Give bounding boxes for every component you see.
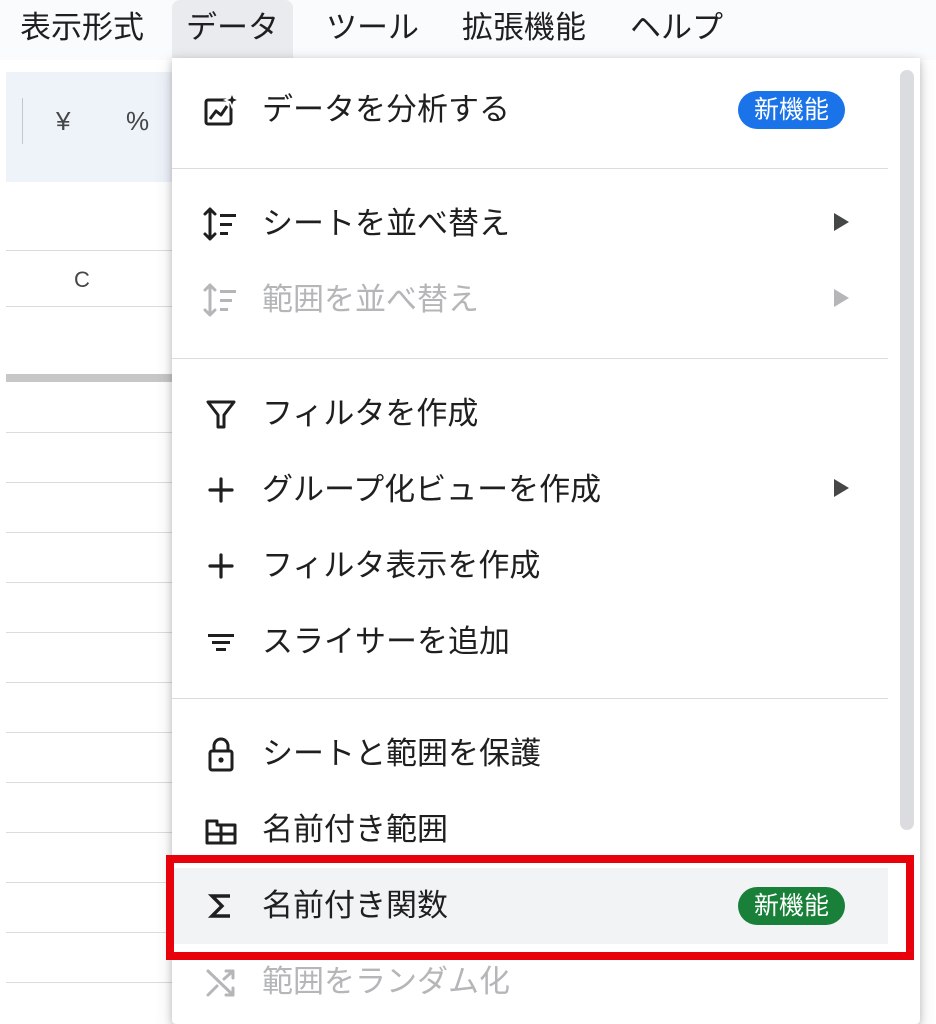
filter-icon: [202, 395, 240, 433]
menu-extensions[interactable]: 拡張機能: [448, 0, 600, 58]
grid-line: [6, 582, 176, 583]
menu-item-add-slicer[interactable]: スライサーを追加: [172, 604, 888, 680]
menu-item-create-group-view[interactable]: グループ化ビューを作成: [172, 452, 888, 528]
menu-tools[interactable]: ツール: [312, 0, 433, 58]
grid-line: [6, 482, 176, 483]
grid-line: [6, 932, 176, 933]
menu-item-sort-sheet[interactable]: シートを並べ替え: [172, 186, 888, 262]
percent-format-button[interactable]: %: [126, 98, 149, 144]
menu-item-analyze-data[interactable]: データを分析する 新機能: [172, 72, 888, 148]
menu-item-label: シートと範囲を保護: [262, 736, 541, 772]
menu-item-label: 範囲を並べ替え: [262, 282, 479, 318]
grid-line: [6, 532, 176, 533]
submenu-arrow-icon: [834, 213, 849, 231]
sort-icon: [202, 281, 240, 319]
grid-line: [6, 250, 176, 251]
menu-item-create-filter[interactable]: フィルタを作成: [172, 376, 888, 452]
menu-bar: 表示形式 データ ツール 拡張機能 ヘルプ: [0, 0, 936, 60]
menu-item-create-filter-view[interactable]: フィルタ表示を作成: [172, 528, 888, 604]
submenu-arrow-icon: [834, 289, 849, 307]
plus-icon: [202, 471, 240, 509]
menu-divider: [172, 698, 888, 699]
menu-item-label: フィルタを作成: [262, 396, 479, 432]
menu-item-label: シートを並べ替え: [262, 206, 510, 242]
menu-scrollbar-thumb[interactable]: [900, 70, 914, 830]
menu-divider: [172, 358, 888, 359]
menu-item-label: データを分析する: [262, 92, 510, 128]
menu-item-sort-range[interactable]: 範囲を並べ替え: [172, 262, 888, 338]
menu-item-protect-sheets[interactable]: シートと範囲を保護: [172, 716, 888, 792]
sort-icon: [202, 205, 240, 243]
new-feature-badge: 新機能: [738, 91, 846, 129]
named-range-icon: [202, 811, 240, 849]
slicer-icon: [202, 623, 240, 661]
menu-divider: [172, 168, 888, 169]
toolbar-separator: [22, 98, 23, 144]
annotation-highlight-box: [166, 855, 914, 960]
grid-line: [6, 682, 176, 683]
toolbar: ¥ %: [6, 72, 186, 182]
menu-item-label: フィルタ表示を作成: [262, 548, 541, 584]
grid-line: [6, 632, 176, 633]
plus-icon: [202, 547, 240, 585]
analyze-data-icon: [202, 91, 240, 129]
grid-line: [6, 882, 176, 883]
menu-item-label: グループ化ビューを作成: [262, 472, 602, 508]
freeze-bar[interactable]: [6, 374, 176, 382]
menu-format[interactable]: 表示形式: [6, 0, 158, 58]
menu-help[interactable]: ヘルプ: [616, 0, 737, 58]
sheet-grid: C: [6, 182, 176, 1024]
grid-line: [6, 306, 176, 307]
menu-data[interactable]: データ: [172, 0, 293, 58]
lock-icon: [202, 735, 240, 773]
grid-line: [6, 732, 176, 733]
currency-format-button[interactable]: ¥: [56, 98, 70, 144]
column-header-c[interactable]: C: [6, 252, 176, 308]
submenu-arrow-icon: [834, 479, 849, 497]
grid-line: [6, 432, 176, 433]
shuffle-icon: [202, 963, 240, 1001]
grid-line: [6, 982, 176, 983]
menu-item-label: スライサーを追加: [262, 624, 510, 660]
grid-line: [6, 782, 176, 783]
grid-line: [6, 832, 176, 833]
